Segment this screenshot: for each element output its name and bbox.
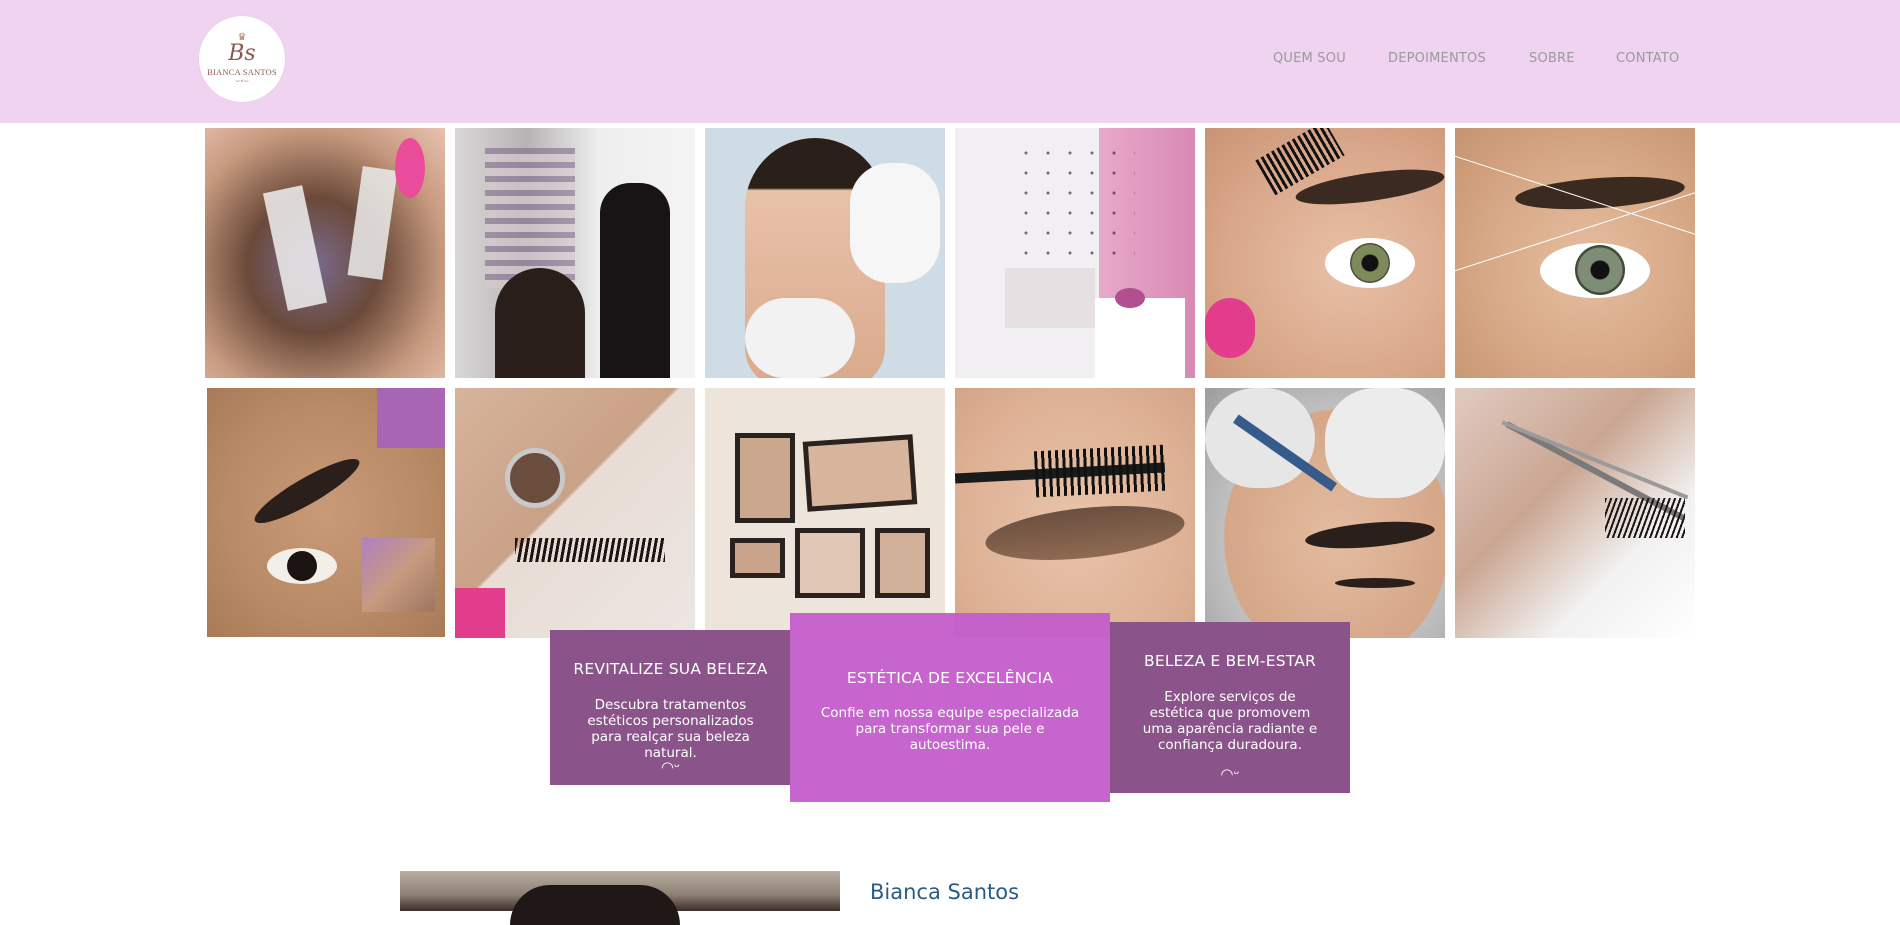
- card-text: Confie em nossa equipe especializada par…: [820, 705, 1080, 753]
- feature-card-revitalize[interactable]: REVITALIZE SUA BELEZA Descubra tratament…: [550, 630, 791, 785]
- flourish-icon: ⌣⋄⌣: [235, 76, 249, 85]
- nav-sobre[interactable]: SOBRE: [1529, 51, 1575, 66]
- nav-quem-sou[interactable]: QUEM SOU: [1273, 51, 1346, 66]
- logo-monogram: Bs: [228, 41, 256, 66]
- nav-depoimentos[interactable]: DEPOIMENTOS: [1388, 51, 1486, 66]
- gallery-image-brow-spoolie[interactable]: [1205, 128, 1445, 378]
- nav-contato[interactable]: CONTATO: [1616, 51, 1679, 66]
- about-photo: [400, 871, 840, 925]
- eyelash-icon: ◠ᵕ: [660, 758, 681, 776]
- gallery-image-brow-threading[interactable]: [1455, 128, 1695, 378]
- gallery-image-frames-wall[interactable]: [705, 388, 945, 638]
- card-title: BELEZA E BEM-ESTAR: [1144, 652, 1316, 670]
- gallery-image-lash-mirror[interactable]: [455, 388, 695, 638]
- card-title: REVITALIZE SUA BELEZA: [573, 660, 768, 678]
- gallery-image-micropigmentation[interactable]: [1205, 388, 1445, 638]
- card-title: ESTÉTICA DE EXCELÊNCIA: [846, 669, 1054, 687]
- gallery-image-lash-tweezers[interactable]: [1455, 388, 1695, 638]
- eyelash-icon: ◠ᵕ: [1220, 765, 1240, 783]
- feature-card-excellence[interactable]: ESTÉTICA DE EXCELÊNCIA Confie em nossa e…: [790, 613, 1110, 802]
- card-text: Descubra tratamentos estéticos personali…: [587, 697, 754, 761]
- card-text: Explore serviços de estética que promove…: [1142, 689, 1318, 753]
- gallery-image-treatment-room[interactable]: [955, 128, 1195, 378]
- gallery-image-facial-care[interactable]: [705, 128, 945, 378]
- site-header: ♛ Bs BIANCA SANTOS ⌣⋄⌣ QUEM SOU DEPOIMEN…: [0, 0, 1900, 123]
- gallery-image-spoolie-closeup[interactable]: [955, 388, 1195, 638]
- feature-card-wellness[interactable]: BELEZA E BEM-ESTAR Explore serviços de e…: [1110, 622, 1350, 793]
- about-name: Bianca Santos: [870, 880, 1020, 904]
- brand-logo[interactable]: ♛ Bs BIANCA SANTOS ⌣⋄⌣: [199, 16, 285, 102]
- gallery-image-lash-application[interactable]: [205, 128, 445, 378]
- gallery-image-brow-result[interactable]: [207, 388, 445, 637]
- gallery-image-salon-work[interactable]: [455, 128, 695, 378]
